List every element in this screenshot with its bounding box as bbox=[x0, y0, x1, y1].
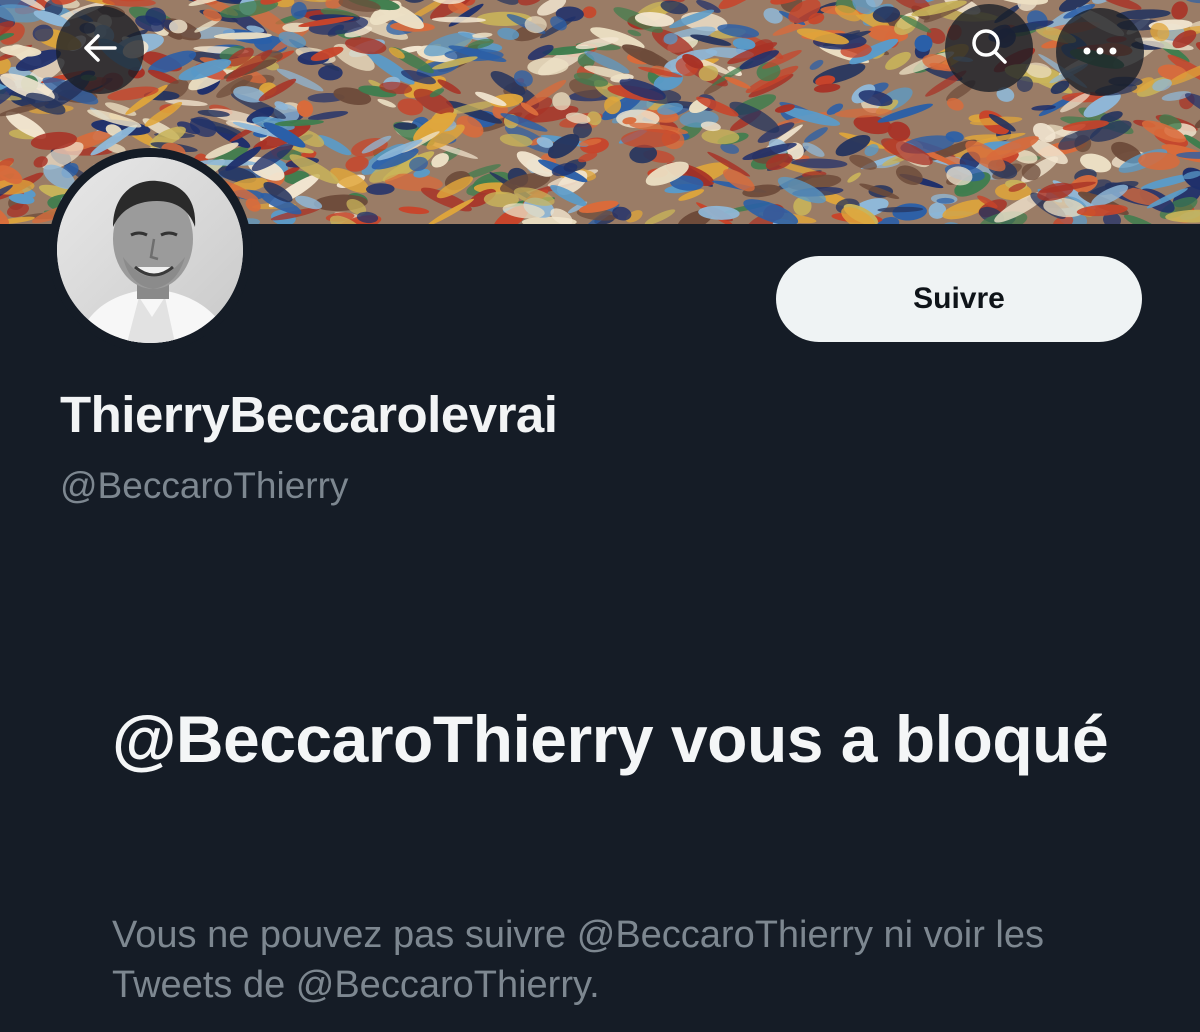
username-handle: @BeccaroThierry bbox=[60, 465, 349, 506]
more-options-button[interactable] bbox=[1056, 8, 1144, 96]
more-horizontal-icon bbox=[1082, 43, 1118, 61]
search-icon bbox=[969, 26, 1009, 71]
arrow-left-icon bbox=[83, 33, 117, 68]
avatar-photo bbox=[57, 157, 243, 343]
paint-stroke bbox=[936, 197, 955, 204]
blocked-title: @BeccaroThierry vous a bloqué bbox=[112, 702, 1109, 776]
back-button[interactable] bbox=[56, 6, 144, 94]
avatar[interactable] bbox=[48, 148, 252, 352]
display-name: ThierryBeccarolevrai bbox=[60, 386, 558, 443]
profile-page: Suivre ThierryBeccarolevrai @BeccaroThie… bbox=[0, 0, 1200, 1032]
blocked-description: Vous ne pouvez pas suivre @BeccaroThierr… bbox=[112, 914, 1045, 1006]
search-button[interactable] bbox=[945, 4, 1033, 92]
follow-button[interactable]: Suivre bbox=[776, 256, 1142, 342]
